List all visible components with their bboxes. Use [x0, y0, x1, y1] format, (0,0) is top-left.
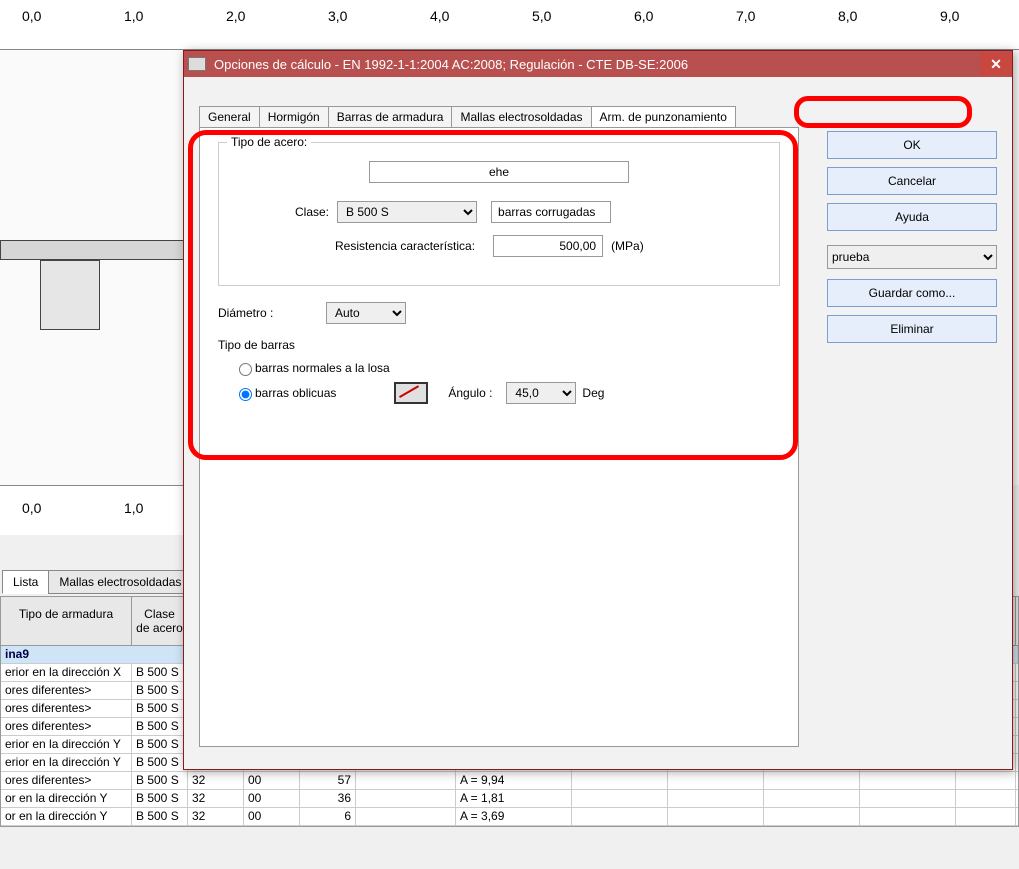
fy-unit: (MPa) [611, 239, 644, 253]
ruler-label-5: 5,0 [532, 8, 551, 24]
ruler-label-3: 3,0 [328, 8, 347, 24]
fy-label: Resistencia característica: [335, 239, 475, 253]
diameter-label: Diámetro : [218, 306, 318, 320]
dialog-titlebar[interactable]: Opciones de cálculo - EN 1992-1-1:2004 A… [184, 51, 1012, 77]
tab-lista[interactable]: Lista [2, 570, 49, 594]
help-button[interactable]: Ayuda [827, 203, 997, 231]
table-row[interactable]: ores diferentes>B 500 S320057A = 9,94 [1, 772, 1018, 790]
diameter-select[interactable]: Auto [326, 302, 406, 324]
ruler-label-7: 7,0 [736, 8, 755, 24]
tab-general[interactable]: General [199, 106, 260, 128]
ruler-mid: 0,0 1,0 [0, 485, 200, 535]
save-as-button[interactable]: Guardar como... [827, 279, 997, 307]
bars-type-group: Tipo de barras barras normales a la losa… [218, 338, 780, 404]
class-label: Clase: [295, 205, 329, 219]
bars-type-legend: Tipo de barras [218, 338, 780, 352]
close-icon[interactable]: ✕ [980, 53, 1012, 75]
angle-label: Ángulo : [448, 386, 492, 400]
tab-mallas-electrosoldadas[interactable]: Mallas electrosoldadas [451, 106, 591, 128]
ruler-label-8: 8,0 [838, 8, 857, 24]
tab-panel-punzonamiento: Tipo de acero: Clase: B 500 S Resistenci… [199, 127, 799, 747]
ruler-label-4: 4,0 [430, 8, 449, 24]
angle-unit: Deg [582, 386, 604, 400]
ruler-label-9: 9,0 [940, 8, 959, 24]
cancel-button[interactable]: Cancelar [827, 167, 997, 195]
ok-button[interactable]: OK [827, 131, 997, 159]
app-icon [188, 57, 206, 71]
slab-element [0, 240, 200, 260]
tab-mallas-electrosoldadas-grid[interactable]: Mallas electrosoldadas [48, 570, 192, 594]
dialog-button-column: OK Cancelar Ayuda prueba Guardar como...… [827, 131, 997, 351]
radio-barras-normales-label: barras normales a la losa [255, 361, 390, 375]
col-clase-de-acero[interactable]: Clase de acero [132, 597, 188, 645]
angle-icon [394, 382, 428, 404]
delete-button[interactable]: Eliminar [827, 315, 997, 343]
steel-class-select[interactable]: B 500 S [337, 201, 477, 223]
angle-select[interactable]: 45,0 [506, 382, 576, 404]
tab-barras-de-armadura[interactable]: Barras de armadura [328, 106, 453, 128]
tab-hormigon[interactable]: Hormigón [259, 106, 329, 128]
tab-arm-de-punzonamiento[interactable]: Arm. de punzonamiento [591, 106, 736, 128]
preset-select[interactable]: prueba [827, 245, 997, 269]
steel-type-group: Tipo de acero: Clase: B 500 S Resistenci… [218, 142, 780, 286]
steel-name-input[interactable] [369, 161, 629, 183]
dialog-tabstrip: General Hormigón Barras de armadura Mall… [199, 106, 735, 128]
radio-barras-normales[interactable] [239, 363, 252, 376]
ruler-label-6: 6,0 [634, 8, 653, 24]
fy-input[interactable] [493, 235, 603, 257]
column-element [40, 260, 100, 330]
steel-type-legend: Tipo de acero: [227, 135, 311, 149]
table-row[interactable]: or en la dirección YB 500 S320036A = 1,8… [1, 790, 1018, 808]
ruler-label-1: 1,0 [124, 8, 143, 24]
radio-barras-oblicuas-label: barras oblicuas [255, 386, 336, 400]
radio-barras-oblicuas[interactable] [239, 388, 252, 401]
ruler-label-0: 0,0 [22, 8, 41, 24]
col-tipo-de-armadura[interactable]: Tipo de armadura [1, 597, 132, 645]
ruler-label-2: 2,0 [226, 8, 245, 24]
bottom-tabstrip: Lista Mallas electrosoldadas [2, 570, 191, 594]
ruler-mid-label-1: 1,0 [124, 500, 143, 516]
dialog-title: Opciones de cálculo - EN 1992-1-1:2004 A… [214, 57, 980, 72]
table-row[interactable]: or en la dirección YB 500 S32006A = 3,69 [1, 808, 1018, 826]
ruler-top: 0,0 1,0 2,0 3,0 4,0 5,0 6,0 7,0 8,0 9,0 [0, 0, 1019, 50]
calculation-options-dialog: Opciones de cálculo - EN 1992-1-1:2004 A… [183, 50, 1013, 770]
ruler-mid-label-0: 0,0 [22, 500, 41, 516]
bars-kind-readonly [491, 201, 611, 223]
